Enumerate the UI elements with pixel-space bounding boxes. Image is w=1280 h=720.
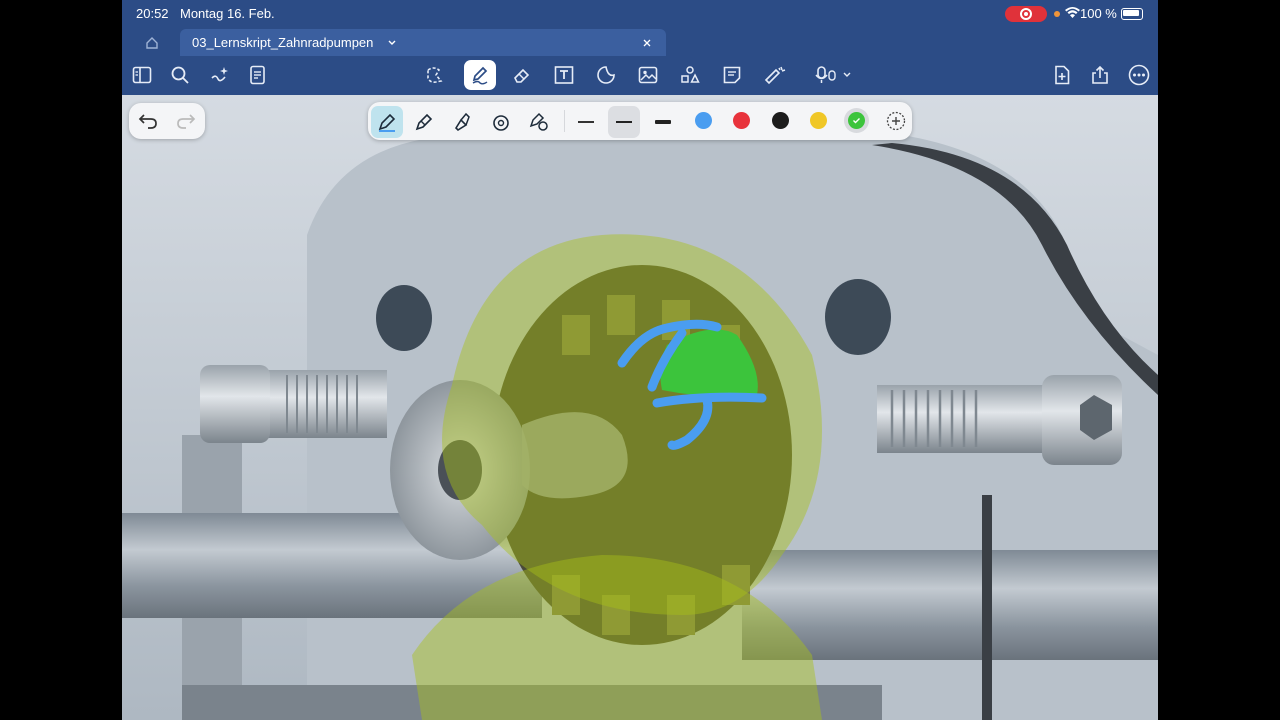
- mic-indicator-dot: [1054, 11, 1060, 17]
- chevron-down-icon[interactable]: [386, 37, 398, 49]
- lasso-icon[interactable]: [423, 64, 445, 86]
- note-icon[interactable]: [721, 64, 743, 86]
- color-swatch-black[interactable]: [772, 112, 789, 129]
- stroke-medium-option[interactable]: [608, 106, 640, 138]
- share-icon[interactable]: [1089, 64, 1111, 86]
- text-box-icon[interactable]: [553, 64, 575, 86]
- eraser-icon[interactable]: [511, 64, 533, 86]
- close-tab-icon[interactable]: [640, 36, 654, 50]
- color-swatch-yellow[interactable]: [810, 112, 827, 129]
- add-page-icon[interactable]: [1051, 64, 1073, 86]
- document-icon[interactable]: [247, 64, 269, 86]
- app-toolbar: 20:52 Montag 16. Feb. 100 % 03_Lernskrip…: [122, 0, 1158, 95]
- sticker-icon[interactable]: [595, 64, 617, 86]
- search-icon[interactable]: [169, 64, 191, 86]
- shapes-icon[interactable]: [679, 64, 701, 86]
- undo-icon[interactable]: [137, 110, 159, 132]
- sparkle-icon[interactable]: [208, 64, 230, 86]
- checkmark-icon: [853, 118, 860, 124]
- ballpoint-pen-tool-icon[interactable]: [408, 106, 440, 138]
- shape-pen-tool-icon[interactable]: [485, 106, 517, 138]
- app-frame: 20:52 Montag 16. Feb. 100 % 03_Lernskrip…: [122, 0, 1158, 720]
- document-tab[interactable]: 03_Lernskript_Zahnradpumpen: [180, 29, 666, 56]
- color-swatch-blue[interactable]: [695, 112, 712, 129]
- stroke-thick-option[interactable]: [647, 106, 679, 138]
- laser-pointer-icon[interactable]: [763, 64, 787, 86]
- gear-pump-illustration[interactable]: [122, 95, 1158, 720]
- wifi-icon: [1064, 6, 1080, 20]
- pen-icon[interactable]: [464, 60, 496, 90]
- battery-icon: [1121, 8, 1143, 20]
- status-date: Montag 16. Feb.: [180, 6, 275, 21]
- toolbar-divider: [564, 110, 565, 132]
- fountain-pen-tool-icon[interactable]: [371, 106, 403, 138]
- brush-pen-tool-icon[interactable]: [446, 106, 478, 138]
- redo-icon[interactable]: [175, 110, 197, 132]
- image-icon[interactable]: [637, 64, 659, 86]
- color-swatch-red[interactable]: [733, 112, 750, 129]
- sidebar-icon[interactable]: [131, 64, 153, 86]
- status-time: 20:52: [136, 6, 169, 21]
- home-icon[interactable]: [142, 33, 162, 53]
- recording-indicator[interactable]: [1005, 6, 1047, 22]
- more-icon[interactable]: [1127, 64, 1151, 86]
- microphone-icon[interactable]: [813, 64, 855, 86]
- add-color-icon[interactable]: [885, 110, 907, 132]
- tab-title: 03_Lernskript_Zahnradpumpen: [192, 35, 374, 50]
- color-swatch-green[interactable]: [848, 112, 865, 129]
- stroke-thin-option[interactable]: [570, 106, 602, 138]
- pen-settings-tool-icon[interactable]: [523, 106, 555, 138]
- undo-redo-bar: [129, 103, 205, 139]
- battery-text: 100 %: [1080, 6, 1117, 21]
- pen-tools-bar: [368, 102, 912, 140]
